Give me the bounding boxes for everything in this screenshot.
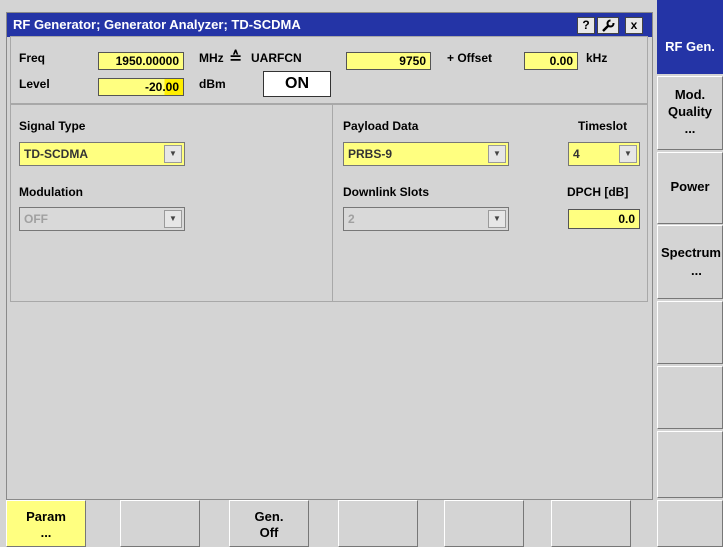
payload-data-label: Payload Data — [343, 119, 419, 133]
softkey-bottom-empty-5[interactable] — [657, 500, 723, 547]
close-button[interactable]: x — [625, 17, 643, 34]
softkey-spectrum[interactable]: Spectrum ... — [657, 225, 723, 299]
softkey-gen-off-line1: Gen. — [254, 509, 284, 524]
frequency-level-panel: Freq 1950.00000 MHz ≙ UARFCN 9750 + Offs… — [10, 36, 648, 104]
softkey-bottom-empty-4[interactable] — [551, 500, 631, 547]
softkey-gen-off-line2: Off — [259, 525, 279, 540]
softkey-spectrum-line1: Spectrum — [661, 245, 721, 260]
softkey-gen-off[interactable]: Gen. Off — [229, 500, 309, 547]
chevron-down-icon: ▼ — [488, 145, 506, 163]
offset-field[interactable]: 0.00 — [524, 52, 578, 70]
level-field[interactable]: -20.00 — [98, 78, 184, 96]
help-icon: ? — [582, 18, 590, 32]
dpch-field[interactable]: 0.0 — [568, 209, 640, 229]
downlink-slots-dropdown: 2 ▼ — [343, 207, 509, 231]
softkey-param[interactable]: Param ... — [6, 500, 86, 547]
chevron-down-icon: ▼ — [619, 145, 637, 163]
freq-field[interactable]: 1950.00000 — [98, 52, 184, 70]
level-label: Level — [19, 77, 50, 91]
uarfcn-field[interactable]: 9750 — [346, 52, 431, 70]
timeslot-dropdown[interactable]: 4 ▼ — [568, 142, 640, 166]
softkey-spectrum-line2: ... — [691, 263, 702, 278]
dpch-label: DPCH [dB] — [567, 185, 629, 199]
softkey-mod-quality-line1: Mod. — [674, 87, 706, 102]
softkey-rf-gen[interactable]: RF Gen. — [657, 0, 723, 74]
softkey-mod-quality-line3: ... — [684, 121, 696, 136]
softkey-power[interactable]: Power — [657, 152, 723, 224]
softkey-empty-2[interactable] — [657, 366, 723, 429]
chevron-down-icon: ▼ — [164, 210, 182, 228]
timeslot-value: 4 — [573, 147, 580, 161]
modulation-value: OFF — [24, 212, 48, 226]
offset-unit: kHz — [586, 51, 608, 65]
help-button[interactable]: ? — [577, 17, 595, 34]
window-titlebar: RF Generator; Generator Analyzer; TD-SCD… — [7, 13, 652, 37]
softkey-rf-gen-label: RF Gen. — [665, 39, 715, 54]
payload-data-dropdown[interactable]: PRBS-9 ▼ — [343, 142, 509, 166]
chevron-down-icon: ▼ — [488, 210, 506, 228]
link-icon: ≙ — [229, 50, 243, 67]
softkey-param-line2: ... — [40, 525, 52, 540]
softkey-empty-3[interactable] — [657, 431, 723, 498]
chevron-down-icon: ▼ — [164, 145, 182, 163]
downlink-slots-label: Downlink Slots — [343, 185, 430, 199]
modulation-dropdown: OFF ▼ — [19, 207, 185, 231]
uarfcn-label: UARFCN — [251, 51, 302, 65]
softkey-bottom-empty-1[interactable] — [120, 500, 200, 547]
modulation-label: Modulation — [19, 185, 83, 199]
softkey-bottom-empty-3[interactable] — [444, 500, 524, 547]
offset-label: + Offset — [447, 51, 493, 65]
signal-type-label: Signal Type — [19, 119, 86, 133]
softkey-mod-quality-line2: Quality — [667, 104, 713, 119]
signal-settings-panel: Signal Type TD-SCDMA ▼ Modulation OFF ▼ … — [10, 104, 648, 302]
signal-type-value: TD-SCDMA — [24, 147, 88, 161]
freq-unit: MHz — [199, 51, 224, 65]
softkey-param-line1: Param — [26, 509, 66, 524]
softkey-mod-quality[interactable]: Mod. Quality ... — [657, 76, 723, 150]
settings-button[interactable] — [597, 17, 619, 34]
softkey-bottom-empty-2[interactable] — [338, 500, 418, 547]
downlink-slots-value: 2 — [348, 212, 355, 226]
panel-divider — [332, 105, 333, 301]
level-unit: dBm — [199, 77, 226, 91]
window-title: RF Generator; Generator Analyzer; TD-SCD… — [13, 17, 301, 32]
signal-type-dropdown[interactable]: TD-SCDMA ▼ — [19, 142, 185, 166]
generator-on-button[interactable]: ON — [263, 71, 331, 97]
freq-label: Freq — [19, 51, 46, 65]
timeslot-label: Timeslot — [578, 119, 628, 133]
payload-data-value: PRBS-9 — [348, 147, 393, 161]
close-icon: x — [630, 18, 638, 32]
softkey-power-label: Power — [670, 179, 710, 194]
wrench-icon — [602, 19, 615, 32]
softkey-empty-1[interactable] — [657, 301, 723, 364]
